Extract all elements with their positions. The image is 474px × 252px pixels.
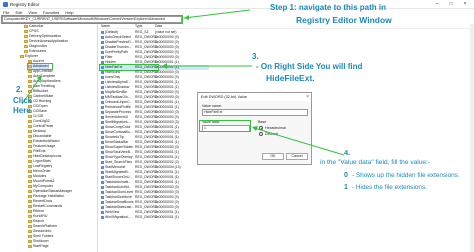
step3-arrowhead — [162, 63, 167, 69]
step2-here-text: Here — [13, 106, 31, 115]
step1-arrow — [183, 9, 251, 19]
option1-number: 1 — [344, 184, 348, 191]
annotation-arrows — [21, 9, 345, 156]
step1-subtext: Registry Editor Window — [296, 15, 392, 25]
registry-editor-screenshot: Registry Editor – □ × File Edit View Favori… — [0, 0, 474, 252]
option1-text: - Hides the file extensions. — [352, 184, 427, 191]
step1-text: Step 1: navigate to this path in — [270, 3, 387, 12]
step2-number: 2. — [16, 85, 23, 94]
option0-number: 0 — [344, 172, 348, 179]
step3-number: 3. — [252, 52, 259, 61]
step4-text: in the "Value data" field, fill the valu… — [320, 159, 431, 166]
step2-click-text: Click — [13, 96, 33, 105]
step4-number: 4. — [344, 148, 351, 157]
option0-text: - Shows up the hidden file extensions. — [352, 172, 460, 179]
step3-subtext: HideFileExt. — [266, 73, 315, 83]
step4-arrow — [253, 127, 345, 156]
step2-arrowhead — [37, 75, 42, 81]
step3-text: - On Right Side You will find — [256, 62, 363, 71]
